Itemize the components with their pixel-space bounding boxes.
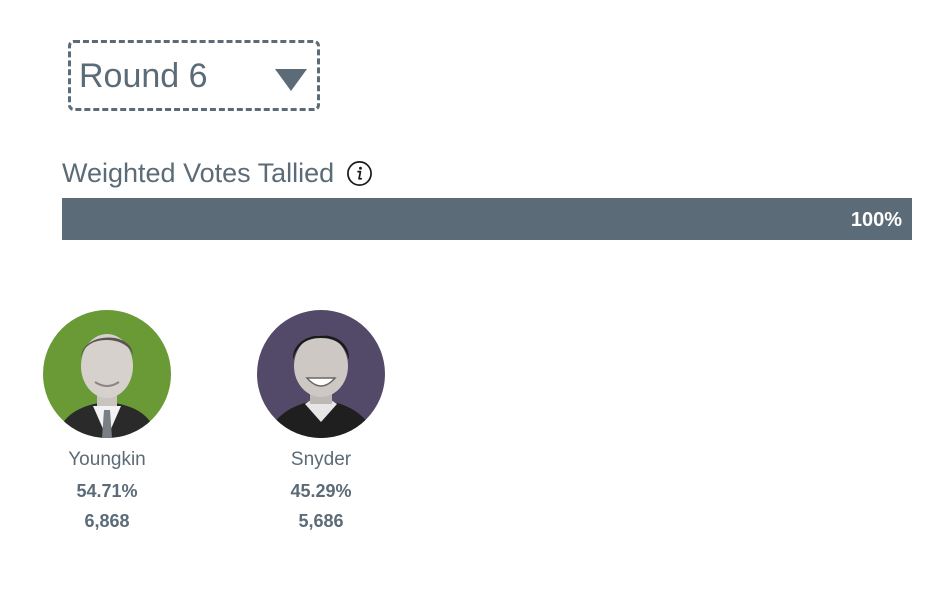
candidate-card-snyder: Snyder 45.29% 5,686: [251, 310, 391, 536]
candidate-avatar: [257, 310, 385, 438]
candidate-votes: 6,868: [84, 511, 130, 531]
tally-heading: Weighted Votes Tallied: [62, 156, 373, 190]
round-selector-label: Round 6: [79, 57, 208, 95]
tally-progress-bar: 100%: [62, 198, 912, 240]
info-icon[interactable]: [346, 160, 373, 187]
candidate-photo: [257, 310, 385, 438]
tally-progress-label: 100%: [850, 209, 902, 231]
round-selector[interactable]: Round 6: [68, 40, 320, 111]
tally-heading-text: Weighted Votes Tallied: [62, 158, 335, 188]
candidate-avatar: [43, 310, 171, 438]
candidate-card-youngkin: Youngkin 54.71% 6,868: [37, 310, 177, 536]
candidate-name: Snyder: [290, 449, 352, 470]
tally-progress-fill: 100%: [62, 198, 912, 240]
candidate-votes: 5,686: [298, 511, 344, 531]
candidate-percent: 45.29%: [290, 481, 352, 501]
caret-down-icon: [275, 69, 307, 91]
candidate-percent: 54.71%: [76, 481, 138, 501]
candidate-name: Youngkin: [68, 449, 146, 470]
candidate-photo: [43, 310, 171, 438]
